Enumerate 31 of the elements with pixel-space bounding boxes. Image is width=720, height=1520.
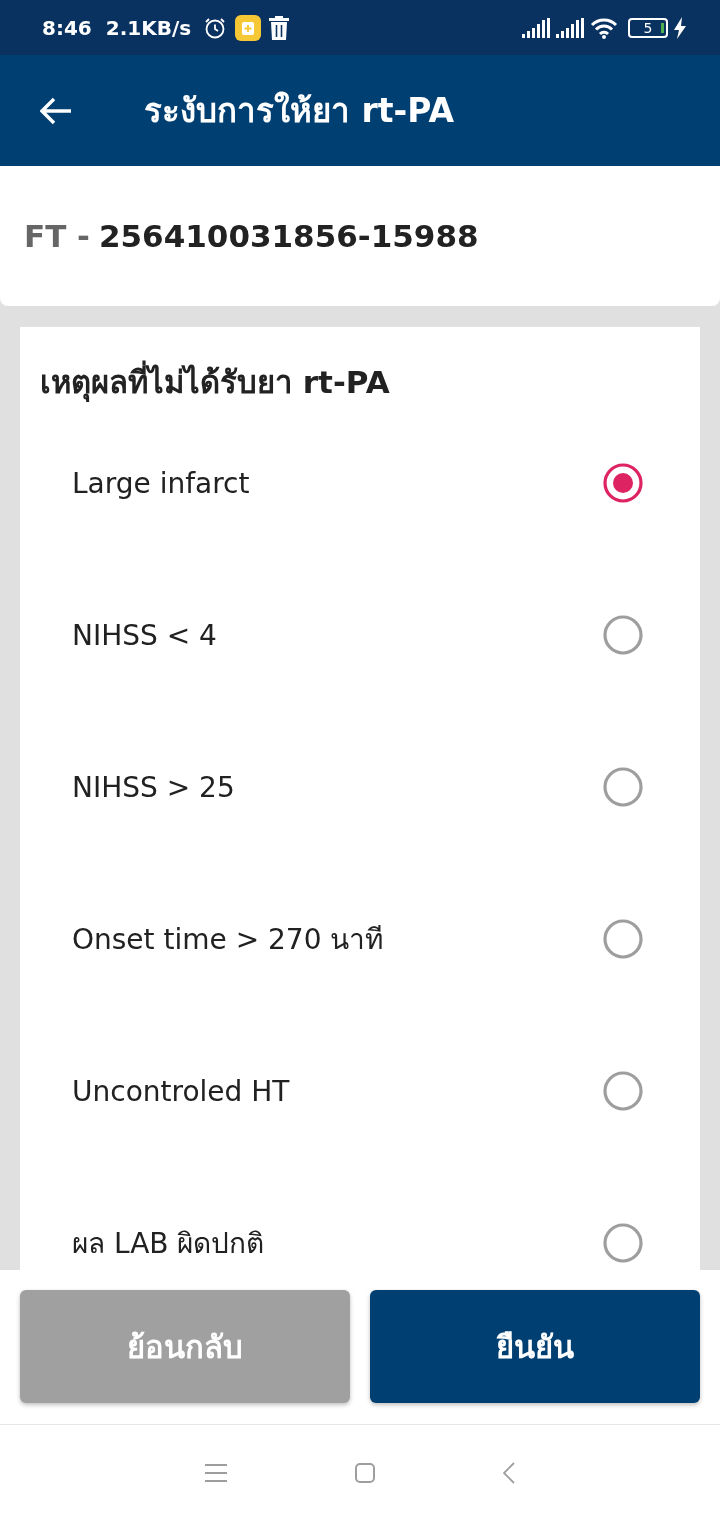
option-label[interactable]: NIHSS < 4 [72,618,217,652]
section-title: เหตุผลที่ไม่ได้รับยา rt-PA [20,357,700,407]
trash-icon [269,15,290,40]
home-square-icon[interactable] [355,1462,375,1483]
screen-title: ระงับการให้ยา rt-PA [144,90,454,132]
confirm-button[interactable]: ยืนยัน [370,1290,700,1403]
back-arrow-icon [40,96,72,125]
record-number: 256410031856-15988 [99,218,479,254]
record-prefix: FT - [24,218,90,254]
network-speed: 2.1KB/s [105,15,192,40]
radio-selected-icon[interactable] [603,463,643,503]
radio-empty-icon[interactable] [603,1223,643,1263]
back-button[interactable] [40,96,72,125]
radio-empty-icon[interactable] [603,615,643,655]
clock-time: 8:46 [42,15,92,40]
radio-empty-icon[interactable] [603,1071,643,1111]
radio-empty-icon[interactable] [603,919,643,959]
option-label[interactable]: ผล LAB ผิดปกติ [72,1221,265,1265]
app-notification-icon [235,14,262,41]
charging-bolt-icon [674,16,686,39]
radio-empty-icon[interactable] [603,767,643,807]
signal-icon [556,17,584,38]
back-chevron-icon[interactable] [503,1461,515,1484]
option-label[interactable]: NIHSS > 25 [72,770,235,804]
option-label[interactable]: Large infarct [72,466,250,500]
option-label[interactable]: Onset time > 270 นาที [72,917,384,961]
signal-icon [522,17,550,38]
wifi-icon [590,16,618,39]
battery-level-text: 5 [643,20,653,35]
option-label[interactable]: Uncontroled HT [72,1074,290,1108]
menu-icon[interactable] [205,1463,227,1482]
